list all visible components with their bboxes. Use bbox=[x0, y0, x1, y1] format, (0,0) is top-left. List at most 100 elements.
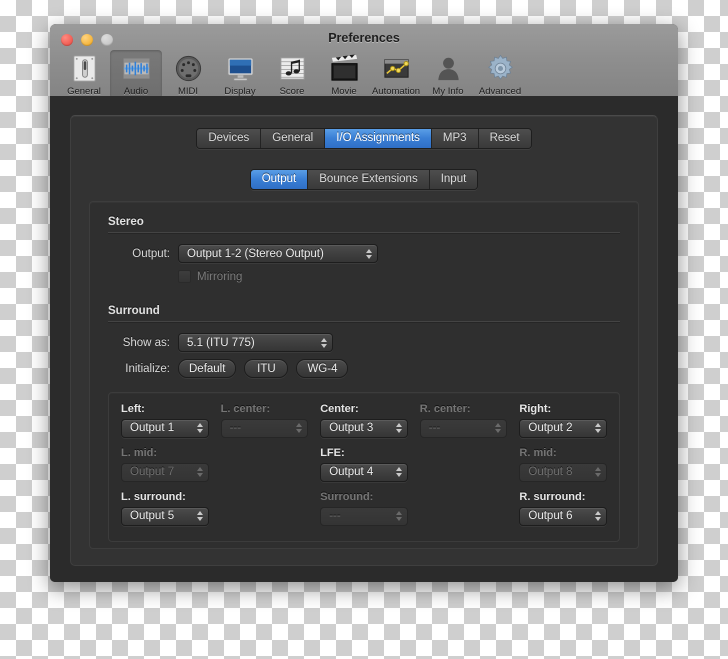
channel-cell-left: Left: Output 1 bbox=[121, 403, 209, 441]
stepper-arrows-icon bbox=[595, 467, 601, 477]
toolbar-item-display[interactable]: Display bbox=[214, 50, 266, 99]
channel-popup-right[interactable]: Output 2 bbox=[519, 419, 607, 438]
tab-reset[interactable]: Reset bbox=[479, 129, 531, 148]
score-icon bbox=[277, 53, 308, 84]
toolbar-item-score[interactable]: Score bbox=[266, 50, 318, 99]
tab-i-o-assignments[interactable]: I/O Assignments bbox=[325, 129, 432, 148]
secondary-tab-bar: OutputBounce ExtensionsInput bbox=[71, 169, 657, 190]
channel-popup-left[interactable]: Output 1 bbox=[121, 419, 209, 438]
initialize-row: Initialize: DefaultITUWG-4 bbox=[108, 359, 620, 378]
window-title: Preferences bbox=[50, 31, 678, 45]
surround-section: Surround Show as: 5.1 (ITU 775) Initiali… bbox=[108, 305, 620, 542]
mirroring-label: Mirroring bbox=[197, 271, 242, 283]
stepper-arrows-icon bbox=[495, 423, 501, 433]
stereo-divider bbox=[108, 232, 620, 234]
channel-popup-l-mid: Output 7 bbox=[121, 463, 209, 482]
channel-popup-value: --- bbox=[329, 510, 341, 522]
channel-popup-value: Output 6 bbox=[528, 510, 572, 522]
advanced-icon bbox=[485, 53, 516, 84]
subtab-bounce-extensions[interactable]: Bounce Extensions bbox=[308, 170, 429, 189]
stereo-output-value: Output 1-2 (Stereo Output) bbox=[187, 248, 324, 260]
stereo-output-row: Output: Output 1-2 (Stereo Output) bbox=[108, 244, 620, 263]
channel-assignment-panel: Left: Output 1 L. center: --- Center: Output … bbox=[108, 392, 620, 542]
automation-icon bbox=[381, 53, 412, 84]
stepper-arrows-icon bbox=[197, 511, 203, 521]
channel-popup-value: Output 4 bbox=[329, 466, 373, 478]
stepper-arrows-icon bbox=[595, 423, 601, 433]
stepper-arrows-icon bbox=[595, 511, 601, 521]
channel-grid: Left: Output 1 L. center: --- Center: Output … bbox=[121, 403, 607, 529]
channel-popup-r-mid: Output 8 bbox=[519, 463, 607, 482]
toolbar-item-automation[interactable]: Automation bbox=[370, 50, 422, 99]
channel-popup-lfe[interactable]: Output 4 bbox=[320, 463, 408, 482]
mirroring-checkbox[interactable] bbox=[178, 270, 191, 283]
tab-devices[interactable]: Devices bbox=[197, 129, 261, 148]
stereo-section-title: Stereo bbox=[108, 216, 620, 228]
window-body: DevicesGeneralI/O AssignmentsMP3Reset Ou… bbox=[50, 96, 678, 582]
stepper-arrows-icon bbox=[366, 249, 372, 259]
stereo-output-popup[interactable]: Output 1-2 (Stereo Output) bbox=[178, 244, 378, 263]
show-as-label: Show as: bbox=[108, 337, 170, 349]
channel-cell-l-surround: L. surround:Output 5 bbox=[121, 491, 209, 529]
channel-label: Surround: bbox=[320, 491, 408, 503]
initialize-itu-button[interactable]: ITU bbox=[244, 359, 288, 378]
channel-popup-value: Output 5 bbox=[130, 510, 174, 522]
channel-popup-value: Output 7 bbox=[130, 466, 174, 478]
channel-popup-value: --- bbox=[230, 422, 242, 434]
stepper-arrows-icon bbox=[321, 338, 327, 348]
audio-icon bbox=[121, 53, 152, 84]
channel-label: R. mid: bbox=[519, 447, 607, 459]
channel-label: L. center: bbox=[221, 403, 309, 415]
surround-section-title: Surround bbox=[108, 305, 620, 317]
toolbar-item-general[interactable]: General bbox=[58, 50, 110, 99]
window-titlebar: Preferences General Audio M bbox=[50, 24, 678, 97]
tab-mp3[interactable]: MP3 bbox=[432, 129, 479, 148]
channel-popup-r-surround[interactable]: Output 6 bbox=[519, 507, 607, 526]
subtab-output[interactable]: Output bbox=[251, 170, 309, 189]
movie-icon bbox=[329, 53, 360, 84]
stepper-arrows-icon bbox=[396, 423, 402, 433]
channel-cell-center: Center: Output 3 bbox=[320, 403, 408, 441]
channel-popup-l-center: --- bbox=[221, 419, 309, 438]
channel-label: Center: bbox=[320, 403, 408, 415]
toolbar-item-midi[interactable]: MIDI bbox=[162, 50, 214, 99]
channel-cell-r-center: R. center:--- bbox=[420, 403, 508, 441]
secondary-tab-group: OutputBounce ExtensionsInput bbox=[250, 169, 479, 190]
surround-divider bbox=[108, 321, 620, 323]
primary-tab-group: DevicesGeneralI/O AssignmentsMP3Reset bbox=[196, 128, 531, 149]
preferences-window: Preferences General Audio M bbox=[50, 24, 678, 582]
stereo-section: Stereo Output: Output 1-2 (Stereo Output… bbox=[108, 216, 620, 283]
channel-popup-value: Output 2 bbox=[528, 422, 572, 434]
toolbar-item-advanced[interactable]: Advanced bbox=[474, 50, 526, 99]
toolbar-item-movie[interactable]: Movie bbox=[318, 50, 370, 99]
channel-cell-lfe: LFE:Output 4 bbox=[320, 447, 408, 485]
channel-popup-l-surround[interactable]: Output 5 bbox=[121, 507, 209, 526]
channel-cell-l-mid: L. mid: Output 7 bbox=[121, 447, 209, 485]
channel-cell-l-center: L. center: --- bbox=[221, 403, 309, 441]
subtab-input[interactable]: Input bbox=[430, 170, 478, 189]
initialize-default-button[interactable]: Default bbox=[178, 359, 236, 378]
channel-label: R. center: bbox=[420, 403, 508, 415]
channel-popup-center[interactable]: Output 3 bbox=[320, 419, 408, 438]
channel-label: Left: bbox=[121, 403, 209, 415]
channel-label: L. mid: bbox=[121, 447, 209, 459]
channel-label: Right: bbox=[519, 403, 607, 415]
toolbar-item-audio[interactable]: Audio bbox=[110, 50, 162, 99]
initialize-button-group: Default ITU WG-4 bbox=[178, 359, 348, 378]
channel-cell-right: Right: Output 2 bbox=[519, 403, 607, 441]
show-as-value: 5.1 (ITU 775) bbox=[187, 337, 255, 349]
channel-popup-value: Output 1 bbox=[130, 422, 174, 434]
channel-cell-surround: Surround: --- bbox=[320, 491, 408, 529]
channel-cell-r-mid: R. mid: Output 8 bbox=[519, 447, 607, 485]
stepper-arrows-icon bbox=[396, 467, 402, 477]
io-assignments-card: Stereo Output: Output 1-2 (Stereo Output… bbox=[89, 201, 639, 549]
mirroring-checkbox-row[interactable]: Mirroring bbox=[178, 270, 242, 283]
tab-general[interactable]: General bbox=[261, 129, 325, 148]
stereo-mirroring-row: Mirroring bbox=[108, 270, 620, 283]
toolbar-item-my-info[interactable]: My Info bbox=[422, 50, 474, 99]
preferences-toolbar: General Audio MIDI Display bbox=[58, 50, 526, 99]
initialize-wg-4-button[interactable]: WG-4 bbox=[296, 359, 348, 378]
show-as-popup[interactable]: 5.1 (ITU 775) bbox=[178, 333, 333, 352]
channel-cell-r-surround: R. surround: Output 6 bbox=[519, 491, 607, 529]
channel-label: R. surround: bbox=[519, 491, 607, 503]
